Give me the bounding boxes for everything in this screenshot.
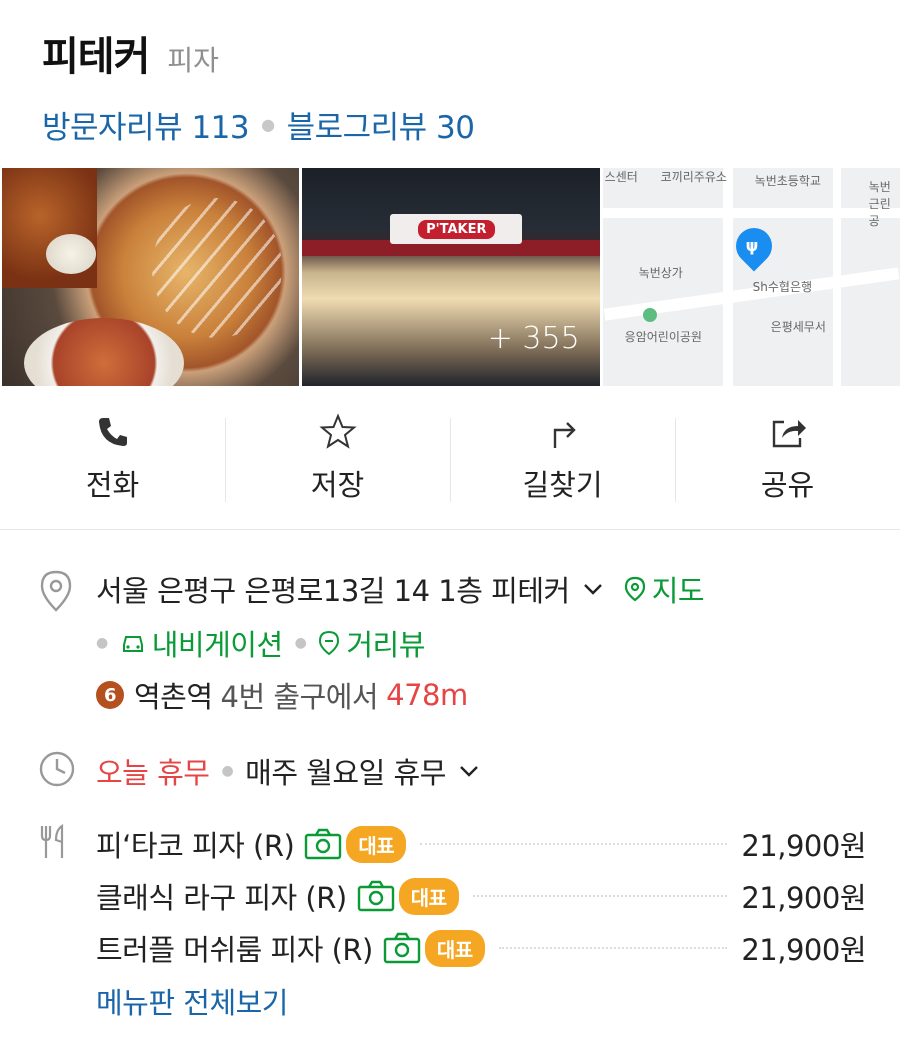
separator-dot: ● <box>261 115 275 134</box>
share-icon <box>772 420 806 448</box>
map-label: 은평세무서 <box>770 320 826 334</box>
menu-item[interactable]: 피‘타코 피자 (R) 대표 21,900원 <box>96 818 866 870</box>
map-pin-icon <box>624 576 645 602</box>
map-label: 응암어린이공원 <box>624 330 702 344</box>
map-label: 녹번초등학교 <box>754 174 821 188</box>
blog-review-link[interactable]: 블로그리뷰 30 <box>287 102 475 147</box>
share-button[interactable]: 공유 <box>675 390 900 529</box>
view-full-menu-link[interactable]: 메뉴판 전체보기 <box>96 980 288 1022</box>
regular-hours: 매주 월요일 휴무 <box>245 756 446 790</box>
map-label: 스센터 <box>604 170 638 184</box>
camera-icon[interactable] <box>383 932 421 964</box>
map-link-label: 지도 <box>651 574 705 608</box>
location-icon <box>40 570 72 612</box>
price-leader <box>472 895 728 897</box>
share-label: 공유 <box>760 468 815 502</box>
call-button[interactable]: 전화 <box>0 390 225 529</box>
menu-item-price: 21,900원 <box>741 881 866 915</box>
store-sign-logo: P'TAKER <box>418 219 495 239</box>
food-photo[interactable] <box>2 168 300 386</box>
place-name: 피테커 <box>42 34 150 80</box>
streetview-label: 거리뷰 <box>346 628 425 662</box>
star-icon <box>318 413 357 449</box>
phone-icon <box>98 418 127 446</box>
fork-knife-icon: ψ <box>745 236 759 255</box>
separator-dot: ● <box>96 635 108 651</box>
navigation-label: 내비게이션 <box>151 628 283 662</box>
place-category: 피자 <box>167 44 219 77</box>
map-thumbnail[interactable]: 스센터 코끼리주유소 녹번초등학교 녹번근린공 녹번상가 Sh수협은행 은평세무… <box>602 168 900 386</box>
menu-item-price: 21,900원 <box>741 933 866 967</box>
menu-item[interactable]: 클래식 라구 피자 (R) 대표 21,900원 <box>96 870 866 922</box>
navigation-row: ● 내비게이션 ● 거리뷰 <box>96 622 425 664</box>
park-icon <box>642 308 657 322</box>
subway-line-badge: 6 <box>96 681 124 709</box>
directions-label: 길찾기 <box>522 468 603 502</box>
map-label: Sh수협은행 <box>752 280 813 294</box>
chevron-down-icon[interactable] <box>582 578 604 600</box>
menu-list: 피‘타코 피자 (R) 대표 21,900원 클래식 라구 피자 (R) 대표 … <box>96 818 866 974</box>
map-label: 녹번근린공 <box>868 180 891 228</box>
streetview-link[interactable]: 거리뷰 <box>318 622 425 664</box>
station-row: 6 역촌역 4번 출구에서 478m <box>96 674 468 716</box>
station-distance: 478m <box>386 678 468 712</box>
save-label: 저장 <box>310 468 365 502</box>
save-button[interactable]: 저장 <box>225 390 450 529</box>
today-status: 오늘 휴무 <box>96 756 210 790</box>
address-row[interactable]: 서울 은평구 은평로13길 14 1층 피테커 지도 <box>96 568 705 610</box>
fork-knife-icon <box>40 824 64 858</box>
streetview-icon <box>319 630 340 656</box>
camera-icon[interactable] <box>304 828 342 860</box>
storefront-photo[interactable]: P'TAKER + 355 <box>302 168 600 386</box>
menu-item[interactable]: 트러플 머쉬룸 피자 (R) 대표 21,900원 <box>96 922 866 974</box>
action-bar: 전화 저장 길찾기 공유 <box>0 390 900 530</box>
camera-icon[interactable] <box>357 880 395 912</box>
separator-dot: ● <box>294 635 307 651</box>
hours-row[interactable]: 오늘 휴무 ● 매주 월요일 휴무 <box>96 750 480 792</box>
station-name: 역촌역 <box>134 680 213 714</box>
station-exit: 4번 출구에서 <box>220 680 379 714</box>
menu-item-name: 피‘타코 피자 (R) <box>96 829 295 863</box>
separator-dot: ● <box>221 763 234 779</box>
menu-item-price: 21,900원 <box>741 829 866 863</box>
price-leader <box>498 947 728 949</box>
place-header: 피테커 피자 방문자리뷰 113 ● 블로그리뷰 30 <box>42 24 880 147</box>
visitor-review-link[interactable]: 방문자리뷰 113 <box>42 102 250 147</box>
address-text: 서울 은평구 은평로13길 14 1층 피테커 <box>96 574 570 608</box>
call-label: 전화 <box>85 468 140 502</box>
photo-more-count[interactable]: + 355 <box>488 321 580 356</box>
car-icon <box>122 636 143 652</box>
map-label: 녹번상가 <box>638 266 683 280</box>
signature-badge: 대표 <box>424 929 485 967</box>
directions-icon <box>553 422 576 448</box>
navigation-link[interactable]: 내비게이션 <box>120 622 283 664</box>
chevron-down-icon[interactable] <box>458 760 480 782</box>
map-label: 코끼리주유소 <box>660 170 727 184</box>
clock-icon <box>39 751 75 787</box>
signature-badge: 대표 <box>346 825 407 863</box>
price-leader <box>420 843 728 845</box>
map-link[interactable]: 지도 <box>624 568 705 610</box>
menu-item-name: 트러플 머쉬룸 피자 (R) <box>96 933 373 967</box>
photo-strip: P'TAKER + 355 스센터 코끼리주유소 녹번초등학교 녹번근린공 녹번… <box>2 168 900 386</box>
signature-badge: 대표 <box>398 877 459 915</box>
menu-item-name: 클래식 라구 피자 (R) <box>96 881 347 915</box>
directions-button[interactable]: 길찾기 <box>450 390 675 529</box>
